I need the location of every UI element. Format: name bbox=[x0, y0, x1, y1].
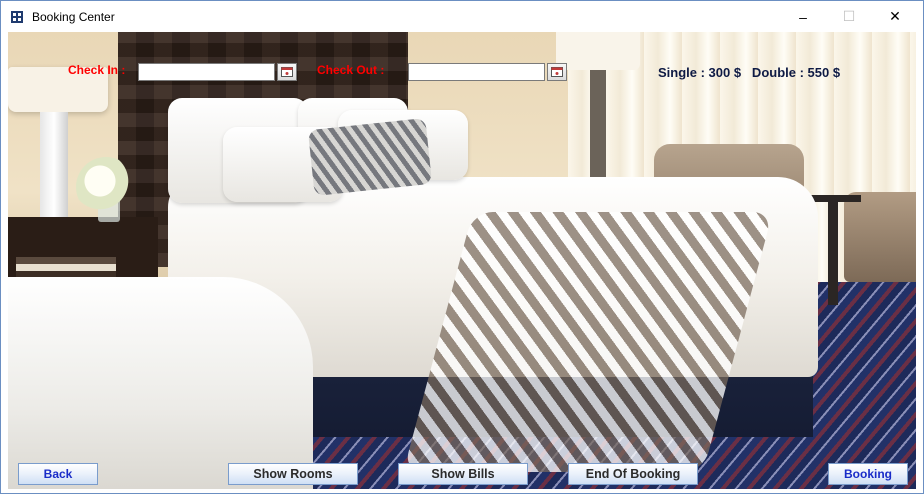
maximize-button[interactable]: ☐ bbox=[826, 1, 872, 32]
minimize-button[interactable]: – bbox=[780, 1, 826, 32]
accent-pillow bbox=[307, 118, 433, 196]
floor-lamp-pole bbox=[590, 70, 606, 180]
booking-window: Booking Center – ☐ ✕ Check In : Check Ou… bbox=[0, 0, 924, 494]
end-of-booking-button[interactable]: End Of Booking bbox=[568, 463, 698, 485]
check-in-calendar-button[interactable] bbox=[277, 63, 297, 81]
show-bills-button[interactable]: Show Bills bbox=[398, 463, 528, 485]
booking-button[interactable]: Booking bbox=[828, 463, 908, 485]
flowers bbox=[76, 157, 136, 217]
app-icon bbox=[11, 11, 23, 23]
second-bed bbox=[8, 277, 313, 489]
calendar-icon bbox=[551, 67, 563, 77]
books bbox=[16, 257, 116, 279]
close-button[interactable]: ✕ bbox=[872, 1, 918, 32]
maximize-icon: ☐ bbox=[842, 8, 856, 24]
show-rooms-button[interactable]: Show Rooms bbox=[228, 463, 358, 485]
close-icon: ✕ bbox=[889, 8, 901, 24]
check-out-label: Check Out : bbox=[317, 63, 385, 77]
check-in-label: Check In : bbox=[68, 63, 126, 77]
check-out-field[interactable] bbox=[408, 63, 545, 81]
check-out-calendar-button[interactable] bbox=[547, 63, 567, 81]
calendar-icon bbox=[281, 67, 293, 77]
floor-lamp-shade bbox=[556, 32, 640, 70]
title-bar: Booking Center – ☐ ✕ bbox=[1, 1, 923, 32]
table-lamp-base bbox=[40, 112, 68, 222]
minimize-icon: – bbox=[799, 8, 807, 25]
window-title: Booking Center bbox=[32, 10, 115, 24]
back-button[interactable]: Back bbox=[18, 463, 98, 485]
hotel-room-background-image bbox=[8, 32, 916, 489]
check-in-field[interactable] bbox=[138, 63, 275, 81]
